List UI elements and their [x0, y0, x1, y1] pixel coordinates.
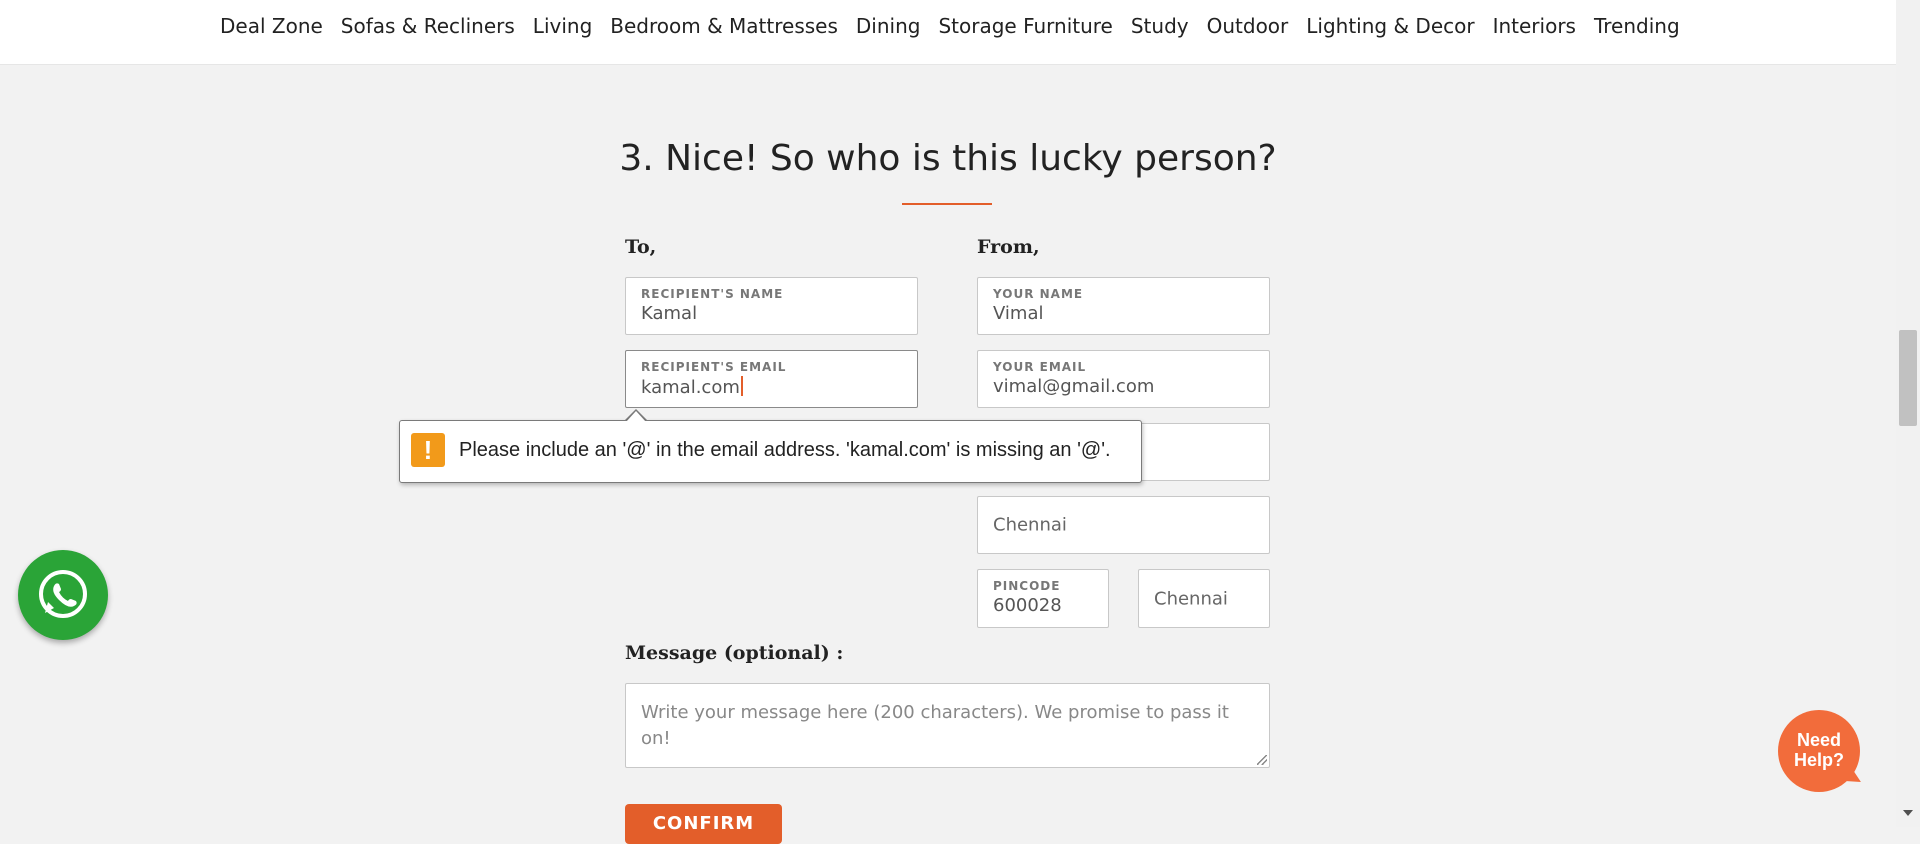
nav-item-study[interactable]: Study	[1122, 14, 1198, 38]
recipient-email-value: kamal.com	[641, 376, 743, 398]
nav-item-living[interactable]: Living	[524, 14, 601, 38]
from-label: From,	[977, 236, 1040, 258]
nav-list: Deal Zone Sofas & Recliners Living Bedro…	[210, 14, 1689, 38]
nav-item-dining[interactable]: Dining	[847, 14, 930, 38]
scrollbar-thumb[interactable]	[1899, 330, 1917, 426]
pincode-field[interactable]: PINCODE 600028	[977, 569, 1109, 628]
section-heading: 3. Nice! So who is this lucky person?	[619, 138, 1277, 179]
message-placeholder: Write your message here (200 characters)…	[641, 702, 1229, 749]
scroll-down-arrow-icon[interactable]	[1903, 810, 1913, 816]
your-email-label: YOUR EMAIL	[993, 360, 1087, 374]
warning-icon: !	[411, 433, 445, 467]
recipient-name-label: RECIPIENT'S NAME	[641, 287, 784, 301]
nav-divider-strip	[0, 65, 1896, 81]
need-help-line1: Need	[1796, 730, 1841, 750]
whatsapp-icon	[39, 570, 87, 618]
your-name-label: YOUR NAME	[993, 287, 1084, 301]
pincode-value: 600028	[993, 595, 1062, 616]
recipient-name-field[interactable]: RECIPIENT'S NAME Kamal	[625, 277, 918, 335]
nav-item-bedroom-mattresses[interactable]: Bedroom & Mattresses	[601, 14, 847, 38]
whatsapp-button[interactable]	[18, 550, 108, 640]
your-email-value: vimal@gmail.com	[993, 376, 1155, 397]
recipient-name-value: Kamal	[641, 303, 698, 324]
nav-item-deal-zone[interactable]: Deal Zone	[210, 14, 332, 38]
validation-message: Please include an '@' in the email addre…	[459, 439, 1111, 461]
state-value: Chennai	[1154, 588, 1228, 609]
your-name-field[interactable]: YOUR NAME Vimal	[977, 277, 1270, 335]
nav-item-outdoor[interactable]: Outdoor	[1198, 14, 1298, 38]
city-field[interactable]: Chennai	[977, 496, 1270, 554]
tooltip-arrow-fill	[626, 411, 646, 422]
your-name-value: Vimal	[993, 303, 1044, 324]
message-textarea[interactable]: Write your message here (200 characters)…	[625, 683, 1270, 768]
confirm-button[interactable]: CONFIRM	[625, 804, 782, 844]
state-field[interactable]: Chennai	[1138, 569, 1270, 628]
top-navigation: Deal Zone Sofas & Recliners Living Bedro…	[0, 0, 1896, 65]
text-caret	[740, 376, 743, 396]
need-help-line2: Help?	[1793, 750, 1844, 770]
nav-item-sofas-recliners[interactable]: Sofas & Recliners	[332, 14, 524, 38]
nav-item-storage-furniture[interactable]: Storage Furniture	[929, 14, 1121, 38]
your-email-field[interactable]: YOUR EMAIL vimal@gmail.com	[977, 350, 1270, 408]
to-label: To,	[625, 236, 657, 258]
nav-item-trending[interactable]: Trending	[1585, 14, 1689, 38]
recipient-email-field[interactable]: RECIPIENT'S EMAIL kamal.com	[625, 350, 918, 408]
city-value: Chennai	[993, 514, 1067, 536]
pincode-label: PINCODE	[993, 579, 1061, 593]
nav-item-interiors[interactable]: Interiors	[1484, 14, 1585, 38]
heading-underline	[902, 203, 992, 205]
need-help-button[interactable]: Need Help?	[1778, 710, 1860, 792]
resize-handle-icon[interactable]	[1257, 755, 1267, 765]
recipient-email-text: kamal.com	[641, 377, 740, 398]
nav-item-lighting-decor[interactable]: Lighting & Decor	[1297, 14, 1483, 38]
recipient-email-label: RECIPIENT'S EMAIL	[641, 360, 787, 374]
message-label: Message (optional) :	[625, 642, 844, 664]
validation-tooltip: ! Please include an '@' in the email add…	[399, 420, 1142, 483]
